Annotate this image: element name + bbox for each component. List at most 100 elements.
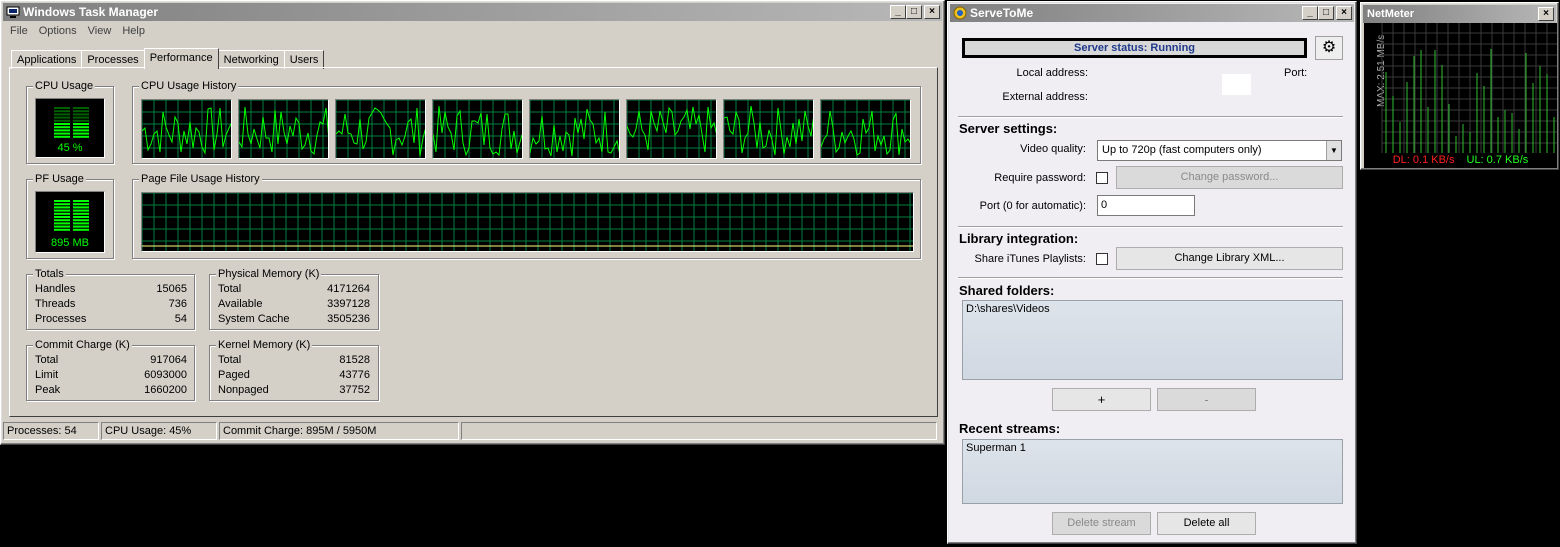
delete-stream-button[interactable]: Delete stream [1052, 512, 1151, 535]
stat-value: 43776 [339, 369, 370, 381]
change-library-button[interactable]: Change Library XML... [1116, 247, 1343, 270]
cpu-core-graph [820, 99, 911, 159]
require-password-label: Require password: [994, 172, 1086, 184]
title-bar[interactable]: ServeToMe _ □ × [950, 4, 1354, 22]
meter-segment [54, 200, 70, 202]
meter-segment [54, 228, 70, 231]
close-button[interactable]: × [924, 5, 940, 19]
list-item[interactable]: D:\shares\Videos [966, 303, 1339, 315]
meter-segment [73, 119, 89, 122]
meter-segment [73, 225, 89, 228]
servetome-icon [953, 6, 967, 20]
commit-charge-label: Commit Charge (K) [33, 339, 132, 351]
video-quality-value: Up to 720p (fast computers only) [1102, 144, 1262, 156]
totals-label: Totals [33, 268, 66, 280]
server-settings-heading: Server settings: [959, 121, 1058, 136]
meter-segment [54, 110, 70, 113]
change-password-button[interactable]: Change password... [1116, 166, 1343, 189]
meter-segment [73, 116, 89, 119]
title-bar[interactable]: Windows Task Manager _ □ × [3, 3, 942, 21]
chevron-down-icon[interactable]: ▼ [1326, 141, 1341, 160]
remove-folder-button[interactable]: - [1157, 388, 1256, 411]
close-button[interactable]: × [1336, 6, 1352, 20]
upload-rate: UL: 0.7 KB/s [1466, 154, 1529, 166]
delete-all-button[interactable]: Delete all [1157, 512, 1256, 535]
meter-segment [54, 209, 70, 212]
add-folder-button[interactable]: + [1052, 388, 1151, 411]
shared-folders-list[interactable]: D:\shares\Videos [962, 300, 1343, 380]
library-heading: Library integration: [959, 231, 1079, 246]
minimize-button[interactable]: _ [1302, 6, 1318, 20]
menu-help[interactable]: Help [117, 23, 151, 41]
servetome-window: ServeToMe _ □ × Server status: Running ⚙… [947, 1, 1357, 544]
share-itunes-label: Share iTunes Playlists: [974, 253, 1086, 265]
tab-performance[interactable]: Performance [143, 48, 219, 69]
menu-view[interactable]: View [83, 23, 118, 41]
meter-segment [73, 129, 89, 132]
divider [958, 226, 1343, 228]
window-title: ServeToMe [970, 6, 1034, 20]
stat-value: 81528 [339, 354, 370, 366]
stat-row: Handles 15065 [35, 283, 187, 295]
external-address-label: External address: [1002, 91, 1088, 103]
list-item[interactable]: Superman 1 [966, 442, 1339, 454]
cpu-usage-value: 45 % [57, 142, 83, 154]
pf-usage-label: PF Usage [33, 173, 86, 185]
netmeter-window: NetMeter × MAX: 2.51 MB/s DL: 0.1 KB/s U… [1360, 2, 1559, 170]
minimize-button[interactable]: _ [890, 5, 906, 19]
require-password-checkbox[interactable] [1096, 172, 1108, 184]
video-quality-select[interactable]: Up to 720p (fast computers only) ▼ [1097, 140, 1342, 161]
cpu-usage-line [239, 106, 328, 156]
title-bar[interactable]: NetMeter × [1363, 5, 1556, 23]
cpu-core-plot [239, 100, 328, 158]
pf-history-group: Page File Usage History [132, 173, 921, 259]
menu-options[interactable]: Options [34, 23, 83, 41]
totals-group: Totals Handles 15065 Threads 736 Processes… [26, 268, 195, 330]
meter-segment [73, 206, 89, 209]
stat-value: 4171264 [327, 283, 370, 295]
cpu-core-plot [142, 100, 231, 158]
meter-segment [73, 209, 89, 212]
meter-segment [54, 135, 70, 138]
recent-streams-list[interactable]: Superman 1 [962, 439, 1343, 504]
meter-segment [54, 129, 70, 132]
port-input[interactable]: 0 [1097, 195, 1195, 216]
performance-panel: CPU Usage 45 % CPU Usage History PF Usag… [9, 67, 938, 417]
stat-row: Available 3397128 [218, 298, 370, 310]
cpu-core-plot [627, 100, 716, 158]
meter-segment [73, 228, 89, 231]
meter-segment [54, 225, 70, 228]
cpu-core-graph [335, 99, 426, 159]
maximize-button[interactable]: □ [1318, 6, 1334, 20]
meter-segment [54, 123, 70, 125]
recent-streams-heading: Recent streams: [959, 421, 1061, 436]
meter-segment [54, 107, 70, 109]
cpu-usage-line [530, 108, 619, 157]
stat-row: Total 917064 [35, 354, 187, 366]
menu-file[interactable]: File [5, 23, 34, 41]
stat-row: Total 4171264 [218, 283, 370, 295]
share-itunes-checkbox[interactable] [1096, 253, 1108, 265]
status-empty [461, 422, 937, 440]
settings-button[interactable]: ⚙ [1315, 36, 1343, 60]
meter-segment [73, 126, 89, 129]
gear-icon: ⚙ [1321, 39, 1337, 56]
meter-segment [73, 132, 89, 135]
port-auto-label: Port (0 for automatic): [979, 200, 1086, 212]
window-title: Windows Task Manager [23, 5, 159, 19]
cpu-core-graph [529, 99, 620, 159]
server-status: Server status: Running [962, 38, 1307, 58]
stat-row: Limit 6093000 [35, 369, 187, 381]
maximize-button[interactable]: □ [906, 5, 922, 19]
meter-segment [73, 135, 89, 138]
cpu-history-label: CPU Usage History [139, 80, 239, 92]
task-manager-window: Windows Task Manager _ □ × File Options … [0, 0, 945, 445]
stat-value: 15065 [156, 283, 187, 295]
stat-row: Nonpaged 37752 [218, 384, 370, 396]
divider [958, 116, 1343, 118]
close-button[interactable]: × [1538, 7, 1554, 21]
cpu-core-plot [433, 100, 522, 158]
status-bar: Processes: 54 CPU Usage: 45% Commit Char… [3, 422, 942, 442]
meter-segment [73, 107, 89, 109]
stat-value: 736 [168, 298, 187, 310]
